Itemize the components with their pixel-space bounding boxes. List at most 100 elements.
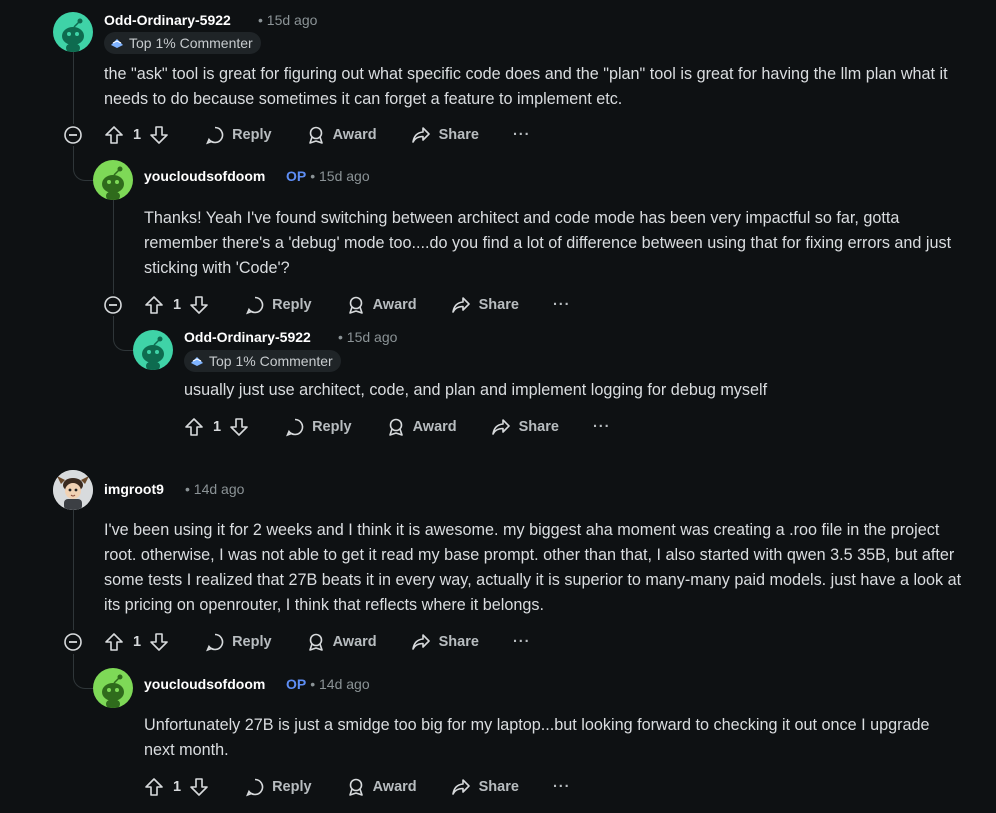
comment-author[interactable]: youcloudsofdoom xyxy=(144,168,265,184)
reply-button[interactable]: Reply xyxy=(245,777,312,797)
flair-label: Top 1% Commenter xyxy=(209,353,333,369)
op-badge: OP xyxy=(286,676,307,692)
share-icon xyxy=(411,634,430,650)
share-label: Share xyxy=(438,634,479,650)
reply-button[interactable]: Reply xyxy=(245,295,312,315)
thread-connector xyxy=(113,316,134,351)
comment-time: • 14d ago xyxy=(310,676,370,692)
vote-count: 1 xyxy=(173,297,182,313)
thread-connector xyxy=(73,146,94,181)
comment-timestamp[interactable]: • 14d ago xyxy=(185,481,244,497)
downvote-button[interactable] xyxy=(189,295,209,315)
comment-timestamp[interactable]: OP • 14d ago xyxy=(286,676,370,692)
award-icon xyxy=(308,633,323,651)
comment-timestamp[interactable]: • 15d ago xyxy=(338,329,397,345)
comment-actions: 1 Reply Award Share ··· xyxy=(184,414,610,440)
avatar[interactable] xyxy=(93,160,133,200)
comment-timestamp[interactable]: OP • 15d ago xyxy=(286,168,370,184)
reply-button[interactable]: Reply xyxy=(205,125,272,145)
award-label: Award xyxy=(372,297,417,313)
collapse-thread-icon[interactable] xyxy=(64,633,82,651)
comment-author[interactable]: imgroot9 xyxy=(104,481,164,497)
reply-button[interactable]: Reply xyxy=(205,632,272,652)
downvote-icon xyxy=(230,418,248,436)
snoo-avatar-icon xyxy=(102,674,124,708)
comment-author[interactable]: Odd-Ordinary-5922 xyxy=(184,329,311,345)
comment-body: the "ask" tool is great for figuring out… xyxy=(104,65,948,108)
comment-timestamp[interactable]: • 15d ago xyxy=(258,12,317,28)
downvote-button[interactable] xyxy=(189,777,209,797)
comment-body: I've been using it for 2 weeks and I thi… xyxy=(104,521,962,614)
more-options-icon: ··· xyxy=(552,779,571,795)
avatar[interactable] xyxy=(53,470,93,510)
award-icon xyxy=(388,418,403,436)
upvote-button[interactable] xyxy=(184,417,204,437)
comment-actions: 1 Reply Award Share ··· xyxy=(104,122,530,148)
award-button[interactable]: Award xyxy=(306,632,377,652)
reply-icon xyxy=(246,296,264,315)
more-options-button[interactable]: ··· xyxy=(513,634,531,650)
share-button[interactable]: Share xyxy=(451,295,519,315)
more-options-button[interactable]: ··· xyxy=(553,779,571,795)
thread-line xyxy=(73,510,74,630)
award-button[interactable]: Award xyxy=(306,125,377,145)
more-options-button[interactable]: ··· xyxy=(513,127,531,143)
share-button[interactable]: Share xyxy=(411,632,479,652)
more-options-button[interactable]: ··· xyxy=(553,297,571,313)
share-icon xyxy=(411,127,430,143)
more-options-button[interactable]: ··· xyxy=(593,419,611,435)
reply-icon xyxy=(246,778,264,797)
comment-body: usually just use architect, code, and pl… xyxy=(184,381,768,399)
vote-count: 1 xyxy=(213,419,222,435)
collapse-thread-icon[interactable] xyxy=(104,296,122,314)
thread-connector xyxy=(73,654,94,689)
share-icon xyxy=(451,297,470,313)
downvote-icon xyxy=(150,126,168,144)
share-button[interactable]: Share xyxy=(411,125,479,145)
flair-icon xyxy=(111,39,123,48)
comment-actions: 1 Reply Award Share ··· xyxy=(144,292,570,318)
downvote-button[interactable] xyxy=(229,417,249,437)
reply-label: Reply xyxy=(312,419,352,435)
upvote-button[interactable] xyxy=(144,295,164,315)
avatar[interactable] xyxy=(53,12,93,52)
downvote-icon xyxy=(150,633,168,651)
share-button[interactable]: Share xyxy=(451,777,519,797)
comment-author[interactable]: Odd-Ordinary-5922 xyxy=(104,12,231,28)
comment-actions: 1 Reply Award Share ··· xyxy=(104,629,530,655)
downvote-button[interactable] xyxy=(149,125,169,145)
avatar[interactable] xyxy=(93,668,133,708)
snoo-avatar-icon xyxy=(102,166,124,200)
comment-body: Unfortunately 27B is just a smidge too b… xyxy=(144,716,930,759)
vote-count: 1 xyxy=(133,634,142,650)
flair-icon xyxy=(191,357,203,366)
collapse-thread-icon[interactable] xyxy=(64,126,82,144)
award-icon xyxy=(348,296,363,314)
reply-icon xyxy=(206,126,224,145)
comment-time: • 15d ago xyxy=(310,168,370,184)
vote-count: 1 xyxy=(173,779,182,795)
award-icon xyxy=(308,126,323,144)
more-options-icon: ··· xyxy=(512,127,531,143)
upvote-button[interactable] xyxy=(104,632,124,652)
award-button[interactable]: Award xyxy=(386,417,457,437)
upvote-icon xyxy=(185,418,203,436)
award-button[interactable]: Award xyxy=(346,777,417,797)
share-button[interactable]: Share xyxy=(491,417,559,437)
share-label: Share xyxy=(518,419,559,435)
downvote-button[interactable] xyxy=(149,632,169,652)
upvote-icon xyxy=(145,778,163,796)
avatar[interactable] xyxy=(133,330,173,370)
reply-icon xyxy=(206,633,224,652)
reply-label: Reply xyxy=(232,127,272,143)
reply-label: Reply xyxy=(272,779,312,795)
upvote-icon xyxy=(105,633,123,651)
reply-button[interactable]: Reply xyxy=(285,417,352,437)
comment-author[interactable]: youcloudsofdoom xyxy=(144,676,265,692)
snoo-avatar-icon xyxy=(62,18,84,52)
comment-body: Thanks! Yeah I've found switching betwee… xyxy=(144,209,952,277)
award-button[interactable]: Award xyxy=(346,295,417,315)
upvote-button[interactable] xyxy=(144,777,164,797)
vote-count: 1 xyxy=(133,127,142,143)
upvote-button[interactable] xyxy=(104,125,124,145)
